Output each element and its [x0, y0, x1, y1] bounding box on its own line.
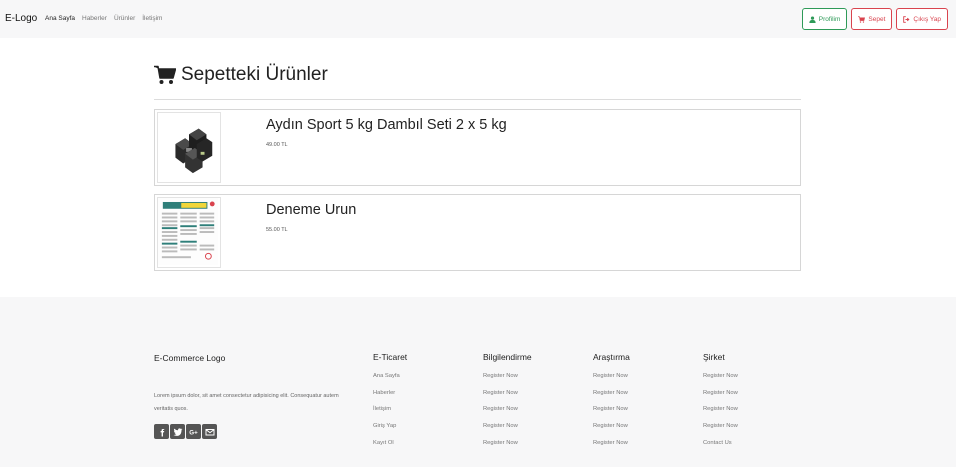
footer-column-title: Şirket [703, 352, 725, 362]
nav-links: Ana Sayfa Haberler Ürünler İletişim [45, 15, 162, 22]
item-name[interactable]: Deneme Urun [266, 202, 356, 218]
footer-link[interactable]: Register Now [483, 435, 532, 452]
footer-link[interactable]: Register Now [703, 368, 738, 385]
nav-actions: Profilim Sepet Çıkış Yap [801, 8, 948, 30]
footer-link[interactable]: İletişim [373, 401, 407, 418]
footer-link[interactable]: Register Now [593, 418, 630, 435]
cart-icon [858, 15, 866, 23]
cart-button-label: Sepet [868, 15, 886, 23]
footer-column-eticaret: E-Ticaret Ana Sayfa Haberler İletişim Gi… [373, 352, 407, 452]
footer-link[interactable]: Register Now [593, 435, 630, 452]
footer-link[interactable]: Register Now [483, 385, 532, 402]
google-plus-icon[interactable]: G+ [186, 424, 201, 439]
page-title: Sepetteki Ürünler [154, 64, 328, 86]
brand-logo[interactable]: E-Logo [5, 13, 37, 24]
title-divider [154, 99, 801, 100]
cart-button[interactable]: Sepet [851, 8, 893, 30]
profile-button[interactable]: Profilim [801, 8, 848, 30]
dumbbell-product-image[interactable] [157, 112, 221, 183]
footer-link[interactable]: Register Now [483, 401, 532, 418]
footer-link[interactable]: Haberler [373, 385, 407, 402]
nav-link-contact[interactable]: İletişim [142, 15, 162, 22]
mail-icon[interactable] [202, 424, 217, 439]
twitter-icon[interactable] [170, 424, 185, 439]
footer-column-sirket: Şirket Register Now Register Now Registe… [703, 352, 738, 452]
logout-button-label: Çıkış Yap [913, 15, 941, 23]
svg-text:G+: G+ [189, 429, 198, 436]
page-title-text: Sepetteki Ürünler [181, 64, 328, 85]
footer-link[interactable]: Giriş Yap [373, 418, 407, 435]
nav-link-home[interactable]: Ana Sayfa [45, 15, 75, 22]
footer-link[interactable]: Ana Sayfa [373, 368, 407, 385]
footer-link[interactable]: Register Now [483, 368, 532, 385]
profile-button-label: Profilim [818, 15, 841, 23]
footer-link[interactable]: Register Now [593, 385, 630, 402]
cart-item: Aydın Sport 5 kg Dambıl Seti 2 x 5 kg 49… [154, 109, 801, 186]
nav-link-products[interactable]: Ürünler [114, 15, 135, 22]
footer-link[interactable]: Register Now [703, 418, 738, 435]
footer-column-bilgilendirme: Bilgilendirme Register Now Register Now … [483, 352, 532, 452]
footer: E-Commerce Logo Lorem ipsum dolor, sit a… [0, 297, 956, 467]
logout-button[interactable]: Çıkış Yap [896, 8, 948, 30]
item-name[interactable]: Aydın Sport 5 kg Dambıl Seti 2 x 5 kg [266, 117, 507, 133]
shopping-cart-icon [154, 65, 176, 84]
footer-column-title: E-Ticaret [373, 352, 408, 362]
footer-link[interactable]: Register Now [593, 401, 630, 418]
social-links: G+ [154, 424, 217, 439]
javascript-cheatsheet-image[interactable] [157, 197, 221, 268]
facebook-icon[interactable] [154, 424, 169, 439]
footer-column-title: Araştırma [593, 352, 630, 362]
dumbbell-image [175, 128, 213, 174]
footer-link[interactable]: Register Now [593, 368, 630, 385]
navbar: E-Logo Ana Sayfa Haberler Ürünler İletiş… [0, 0, 956, 38]
user-icon [809, 15, 816, 23]
footer-link[interactable]: Contact Us [703, 435, 738, 452]
item-price: 49.00 TL [266, 142, 288, 148]
sign-out-icon [903, 15, 910, 23]
footer-column-title: Bilgilendirme [483, 352, 532, 362]
footer-column-arastirma: Araştırma Register Now Register Now Regi… [593, 352, 630, 452]
item-price: 55.00 TL [266, 227, 288, 233]
cheatsheet-image [158, 198, 219, 265]
footer-link[interactable]: Register Now [703, 401, 738, 418]
footer-link[interactable]: Register Now [483, 418, 532, 435]
footer-link[interactable]: Register Now [703, 385, 738, 402]
footer-link[interactable]: Kayıt Ol [373, 435, 407, 452]
footer-brand: E-Commerce Logo [154, 353, 226, 363]
nav-link-news[interactable]: Haberler [82, 15, 107, 22]
footer-about-text: Lorem ipsum dolor, sit amet consectetur … [154, 393, 339, 412]
cart-item: Deneme Urun 55.00 TL [154, 194, 801, 271]
